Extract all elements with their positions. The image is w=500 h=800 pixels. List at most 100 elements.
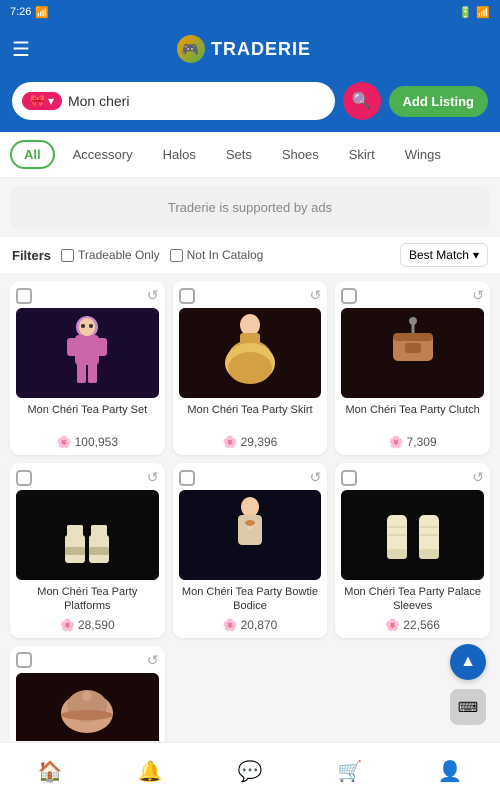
- item-image: [16, 673, 159, 741]
- item-name: Mon Chéri Tea Party Platforms: [16, 585, 159, 614]
- search-button[interactable]: 🔍: [343, 82, 381, 120]
- item-card[interactable]: ↺ Mon Chéri Tea Party Lovely Beret 🌸 9,9…: [10, 646, 165, 741]
- category-arrow: ▾: [48, 94, 54, 108]
- category-dropdown[interactable]: 🎀 ▾: [22, 92, 62, 110]
- item-checkbox[interactable]: [179, 470, 195, 486]
- not-in-catalog-filter[interactable]: Not In Catalog: [170, 248, 264, 262]
- profile-icon: 👤: [438, 759, 463, 784]
- keyboard-icon: ⌨: [458, 699, 478, 716]
- nav-item-home[interactable]: 🏠: [0, 743, 100, 800]
- category-tab-skirt[interactable]: Skirt: [337, 142, 387, 167]
- search-input[interactable]: [68, 93, 325, 109]
- items-grid: ↺ Mon Chéri Tea Party Set 🌸 100,953 ↺: [0, 273, 500, 741]
- item-name: Mon Chéri Tea Party Bowtie Bodice: [179, 585, 322, 614]
- tradeable-only-checkbox[interactable]: [61, 249, 74, 262]
- sort-dropdown[interactable]: Best Match ▾: [400, 243, 488, 267]
- logo-text: TRADERIE: [211, 39, 311, 60]
- item-card-top: ↺: [341, 287, 484, 304]
- price-icon: 🌸: [223, 618, 238, 632]
- price-value: 20,870: [241, 618, 278, 632]
- item-checkbox[interactable]: [16, 652, 32, 668]
- logo: 🎮 TRADERIE: [177, 35, 311, 63]
- item-card[interactable]: ↺ Mon Chéri Tea Party Palace Sleeves 🌸 2…: [335, 463, 490, 638]
- item-checkbox[interactable]: [16, 288, 32, 304]
- category-tab-halos[interactable]: Halos: [151, 142, 208, 167]
- scroll-up-icon: ▲: [460, 653, 476, 671]
- item-image: [16, 490, 159, 580]
- scroll-up-button[interactable]: ▲: [450, 644, 486, 680]
- sort-arrow: ▾: [473, 248, 479, 262]
- item-checkbox[interactable]: [341, 470, 357, 486]
- category-tab-sets[interactable]: Sets: [214, 142, 264, 167]
- home-icon: 🏠: [38, 759, 63, 784]
- price-icon: 🌸: [389, 435, 404, 449]
- search-bar: 🎀 ▾ 🔍 Add Listing: [0, 74, 500, 132]
- item-name: Mon Chéri Tea Party Palace Sleeves: [341, 585, 484, 614]
- nav-item-notifications[interactable]: 🔔: [100, 743, 200, 800]
- item-name: Mon Chéri Tea Party Clutch: [341, 403, 484, 431]
- signal-icon: 📶: [476, 6, 490, 19]
- cart-icon: 🛒: [338, 759, 363, 784]
- item-refresh-icon[interactable]: ↺: [147, 469, 159, 486]
- item-refresh-icon[interactable]: ↺: [310, 287, 322, 304]
- battery-icon: 🔋: [459, 6, 473, 19]
- status-icons: 📶: [35, 6, 49, 19]
- not-in-catalog-label: Not In Catalog: [187, 248, 264, 262]
- price-value: 7,309: [407, 435, 437, 449]
- item-refresh-icon[interactable]: ↺: [147, 652, 159, 669]
- filters-label: Filters: [12, 248, 51, 263]
- category-tab-all[interactable]: All: [10, 140, 55, 169]
- item-checkbox[interactable]: [16, 470, 32, 486]
- not-in-catalog-checkbox[interactable]: [170, 249, 183, 262]
- filters-left: Filters Tradeable Only Not In Catalog: [12, 248, 263, 263]
- nav-item-profile[interactable]: 👤: [400, 743, 500, 800]
- item-price: 🌸 22,566: [341, 618, 484, 632]
- item-image: [16, 308, 159, 398]
- sort-label: Best Match: [409, 248, 469, 262]
- item-card[interactable]: ↺ Mon Chéri Tea Party Skirt 🌸 29,396: [173, 281, 328, 455]
- item-image-placeholder: [16, 673, 159, 741]
- category-tab-wings[interactable]: Wings: [393, 142, 453, 167]
- item-image: [341, 308, 484, 398]
- search-icon: 🔍: [352, 91, 372, 111]
- tradeable-only-label: Tradeable Only: [78, 248, 160, 262]
- status-left: 7:26 📶: [10, 6, 49, 19]
- category-tab-shoes[interactable]: Shoes: [270, 142, 331, 167]
- item-card[interactable]: ↺ Mon Chéri Tea Party Bowtie Bodice 🌸 20…: [173, 463, 328, 638]
- item-image-placeholder: [341, 308, 484, 398]
- price-value: 22,566: [403, 618, 440, 632]
- nav-item-cart[interactable]: 🛒: [300, 743, 400, 800]
- ad-banner: Traderie is supported by ads: [10, 186, 490, 229]
- keyboard-button[interactable]: ⌨: [450, 689, 486, 725]
- item-card[interactable]: ↺ Mon Chéri Tea Party Platforms 🌸 28,590: [10, 463, 165, 638]
- price-icon: 🌸: [60, 618, 75, 632]
- item-refresh-icon[interactable]: ↺: [472, 287, 484, 304]
- item-image: [341, 490, 484, 580]
- category-tab-accessory[interactable]: Accessory: [61, 142, 145, 167]
- item-price: 🌸 29,396: [179, 435, 322, 449]
- item-card-top: ↺: [179, 287, 322, 304]
- tradeable-only-filter[interactable]: Tradeable Only: [61, 248, 160, 262]
- item-price: 🌸 20,870: [179, 618, 322, 632]
- item-image-placeholder: [179, 308, 322, 398]
- item-card-top: ↺: [16, 469, 159, 486]
- add-listing-button[interactable]: Add Listing: [389, 86, 489, 117]
- category-icon: 🎀: [30, 94, 45, 108]
- item-refresh-icon[interactable]: ↺: [472, 469, 484, 486]
- nav-item-messages[interactable]: 💬: [200, 743, 300, 800]
- item-checkbox[interactable]: [341, 288, 357, 304]
- menu-button[interactable]: ☰: [12, 37, 30, 62]
- price-icon: 🌸: [385, 618, 400, 632]
- logo-icon: 🎮: [177, 35, 205, 63]
- bottom-nav: 🏠 🔔💬 🛒 👤: [0, 742, 500, 800]
- category-tabs: AllAccessoryHalosSetsShoesSkirtWings: [0, 132, 500, 178]
- item-card[interactable]: ↺ Mon Chéri Tea Party Set 🌸 100,953: [10, 281, 165, 455]
- item-refresh-icon[interactable]: ↺: [147, 287, 159, 304]
- time: 7:26: [10, 6, 31, 18]
- item-refresh-icon[interactable]: ↺: [310, 469, 322, 486]
- status-right: 🔋 📶: [459, 6, 490, 19]
- header: ☰ 🎮 TRADERIE: [0, 24, 500, 74]
- item-card[interactable]: ↺ Mon Chéri Tea Party Clutch 🌸 7,309: [335, 281, 490, 455]
- price-value: 28,590: [78, 618, 115, 632]
- item-checkbox[interactable]: [179, 288, 195, 304]
